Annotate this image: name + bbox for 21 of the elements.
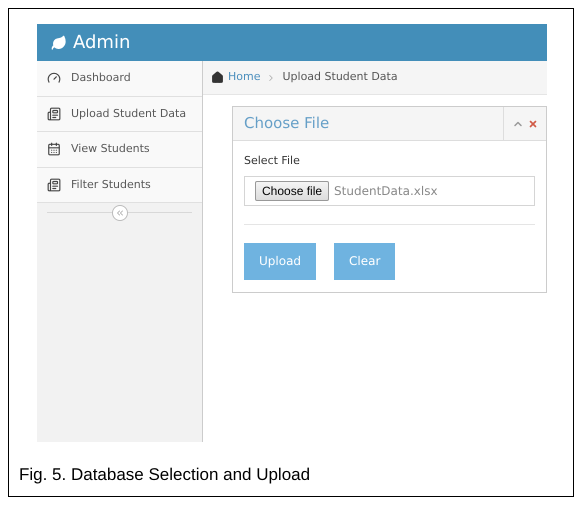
- breadcrumb-current: Upload Student Data: [282, 69, 398, 86]
- collapse-button[interactable]: [112, 205, 128, 221]
- app-title: Admin: [73, 31, 130, 55]
- file-name: StudentData.xlsx: [334, 182, 438, 200]
- sidebar-item[interactable]: View Students: [37, 132, 202, 168]
- file-input[interactable]: Choose file StudentData.xlsx: [244, 176, 535, 206]
- figure-caption: Fig. 5. Database Selection and Upload: [19, 464, 312, 486]
- sidebar-item[interactable]: Filter Students: [37, 168, 202, 203]
- list-icon: [47, 178, 61, 192]
- double-chevron-icon: [114, 208, 124, 218]
- card-title: Choose File: [243, 113, 330, 134]
- leaf-icon: [51, 34, 67, 50]
- home-icon: [211, 71, 224, 84]
- close-icon[interactable]: [528, 118, 538, 128]
- calendar-icon: [47, 142, 61, 156]
- field-label: Select File: [244, 153, 301, 169]
- sidebar-item[interactable]: Dashboard: [37, 61, 202, 96]
- sidebar-item[interactable]: Upload Student Data: [37, 96, 202, 132]
- list-icon: [47, 106, 61, 121]
- gauge-icon: [47, 71, 61, 86]
- choose-file-button[interactable]: Choose file: [255, 180, 330, 200]
